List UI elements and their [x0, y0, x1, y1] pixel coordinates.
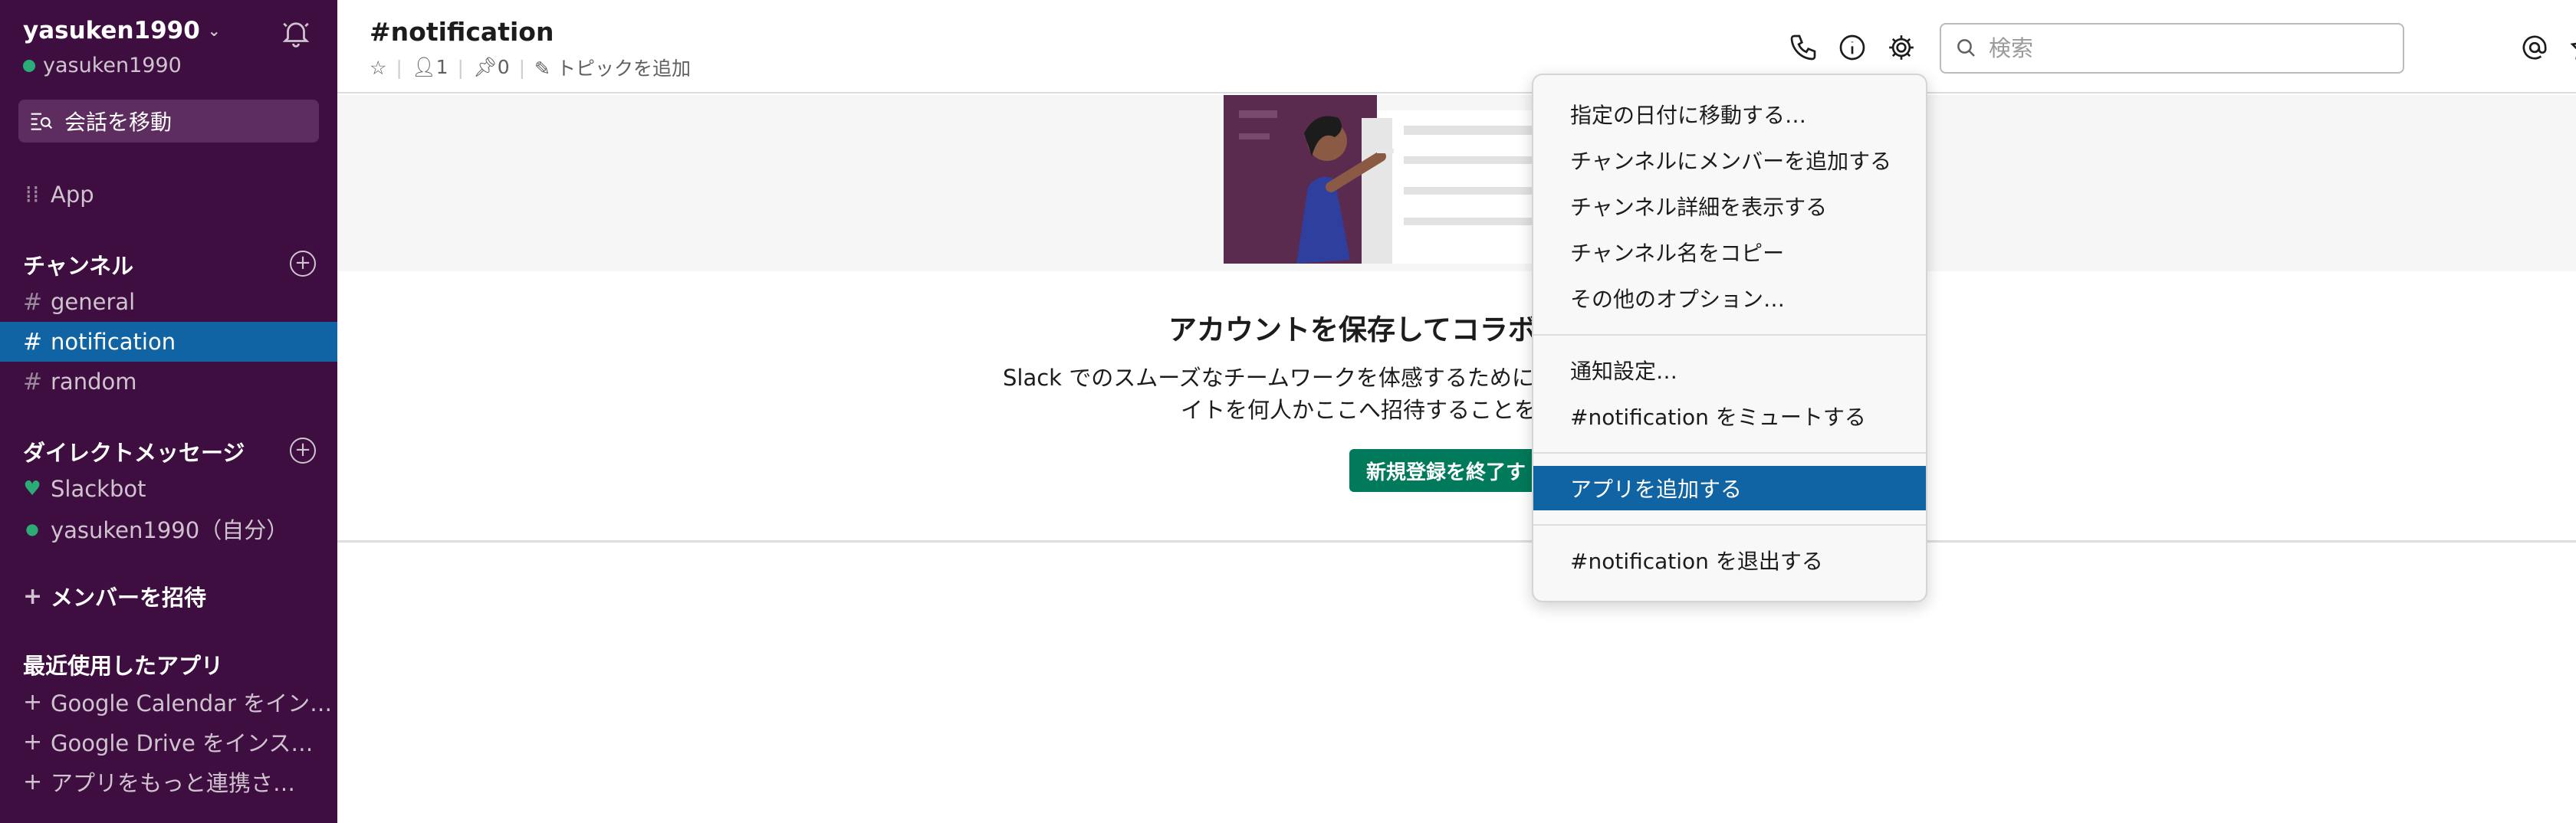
- sidebar-item-label: random: [51, 369, 137, 395]
- user-status[interactable]: yasuken1990: [23, 54, 182, 77]
- sidebar-item-slackbot[interactable]: ♥ Slackbot: [0, 469, 337, 509]
- sidebar-item-label: general: [51, 289, 136, 315]
- member-count: 1: [435, 56, 449, 78]
- plus-icon: +: [23, 688, 43, 716]
- plus-icon: +: [23, 768, 43, 795]
- plus-icon: +: [23, 728, 43, 756]
- recent-apps-title: 最近使用したアプリ: [23, 653, 224, 679]
- sidebar-item-label: Google Calendar をイン…: [51, 690, 333, 716]
- promo-illustration: [1224, 95, 1546, 264]
- presence-dot-icon: [23, 59, 35, 72]
- search-input[interactable]: [1989, 35, 2372, 61]
- menu-item-leave-channel[interactable]: #notification を退出する: [1533, 538, 1926, 582]
- menu-item-notification-settings[interactable]: 通知設定…: [1533, 348, 1926, 392]
- sidebar-item-label: notification: [51, 329, 176, 355]
- chevron-down-icon: ⌄: [207, 21, 221, 40]
- sidebar-item-label: yasuken1990（自分）: [51, 517, 289, 543]
- sidebar-item-more-apps[interactable]: + アプリをもっと連携さ…: [0, 762, 337, 802]
- sidebar: yasuken1990 ⌄ yasuken1990 会話を移動 ⁞⁞ App チ…: [0, 0, 337, 823]
- user-name: yasuken1990: [43, 54, 182, 77]
- sidebar-item-label: Slackbot: [51, 476, 146, 502]
- plus-icon: +: [23, 582, 43, 610]
- sidebar-item-app[interactable]: ⁞⁞ App: [0, 175, 337, 215]
- add-topic-label: トピックを追加: [556, 57, 691, 80]
- invite-members-button[interactable]: + メンバーを招待: [0, 576, 337, 616]
- phone-icon[interactable]: [1788, 32, 1819, 63]
- dm-section-title[interactable]: ダイレクトメッセージ: [23, 435, 245, 467]
- sidebar-item-notification[interactable]: # notification: [0, 322, 337, 362]
- menu-item-more-options[interactable]: その他のオプション…: [1533, 276, 1926, 320]
- menu-item-jump-to-date[interactable]: 指定の日付に移動する…: [1533, 92, 1926, 136]
- pins-button[interactable]: 📌︎0: [473, 56, 510, 79]
- promo-text-line1: Slack でのスムーズなチームワークを体感するために: [1003, 365, 1534, 391]
- menu-item-channel-details[interactable]: チャンネル詳細を表示する: [1533, 184, 1926, 228]
- menu-item-copy-channel-name[interactable]: チャンネル名をコピー: [1533, 230, 1926, 274]
- sidebar-item-general[interactable]: # general: [0, 282, 337, 322]
- channel-header: #notification ☆ | 👤︎1 | 📌︎0 | ✎ トピックを追加: [337, 0, 2576, 93]
- pin-count: 0: [497, 56, 510, 78]
- members-button[interactable]: 👤︎1: [412, 56, 449, 79]
- sidebar-item-random[interactable]: # random: [0, 362, 337, 402]
- menu-item-mute-channel[interactable]: #notification をミュートする: [1533, 394, 1926, 438]
- switcher-label: 会話を移動: [64, 110, 172, 135]
- workspace-menu[interactable]: yasuken1990 ⌄: [23, 17, 221, 44]
- channel-meta: ☆ | 👤︎1 | 📌︎0 | ✎ トピックを追加: [370, 54, 691, 81]
- menu-divider: [1533, 334, 1926, 336]
- saved-items-star-icon[interactable]: [2568, 32, 2576, 63]
- sidebar-item-label: Google Drive をインス…: [51, 730, 314, 756]
- add-channel-icon[interactable]: +: [290, 251, 316, 277]
- search-box[interactable]: [1940, 23, 2404, 74]
- channels-section-title[interactable]: チャンネル: [23, 248, 133, 280]
- gear-icon[interactable]: [1886, 32, 1917, 63]
- bell-icon[interactable]: [280, 17, 312, 49]
- search-icon: [1957, 39, 1975, 57]
- finish-signup-button[interactable]: 新規登録を終了す: [1349, 449, 1541, 492]
- invite-label: メンバーを招待: [51, 585, 207, 611]
- add-dm-icon[interactable]: +: [290, 438, 316, 464]
- sidebar-item-label: アプリをもっと連携さ…: [51, 770, 296, 796]
- quick-switcher-icon: [31, 113, 53, 130]
- hash-icon: #: [23, 328, 43, 356]
- hash-icon: #: [23, 288, 43, 316]
- channel-switcher[interactable]: 会話を移動: [18, 100, 319, 143]
- channel-settings-menu: 指定の日付に移動する… チャンネルにメンバーを追加する チャンネル詳細を表示する…: [1532, 74, 1927, 602]
- info-icon[interactable]: [1837, 32, 1868, 63]
- menu-divider: [1533, 524, 1926, 526]
- menu-divider: [1533, 452, 1926, 454]
- hash-icon: #: [23, 368, 43, 395]
- apps-grid-icon: ⁞⁞: [25, 181, 40, 208]
- workspace-name: yasuken1990: [23, 17, 200, 44]
- sidebar-item-google-drive[interactable]: + Google Drive をインス…: [0, 722, 337, 762]
- sidebar-item-label: App: [51, 182, 94, 208]
- menu-item-add-members[interactable]: チャンネルにメンバーを追加する: [1533, 138, 1926, 182]
- promo-text-line2: イトを何人かここへ招待することを: [1181, 397, 1537, 423]
- promo-title: アカウントを保存してコラボ: [1168, 313, 1536, 346]
- add-topic-button[interactable]: ✎ トピックを追加: [534, 54, 691, 81]
- sidebar-item-self-dm[interactable]: ● yasuken1990（自分）: [0, 509, 337, 549]
- channel-title[interactable]: #notification: [370, 17, 554, 47]
- mentions-icon[interactable]: [2519, 32, 2550, 63]
- presence-dot-icon: ●: [25, 520, 39, 538]
- sidebar-item-google-calendar[interactable]: + Google Calendar をイン…: [0, 682, 337, 722]
- menu-item-add-app[interactable]: アプリを追加する: [1533, 466, 1926, 510]
- star-icon[interactable]: ☆: [370, 57, 386, 79]
- heart-icon: ♥: [23, 477, 41, 500]
